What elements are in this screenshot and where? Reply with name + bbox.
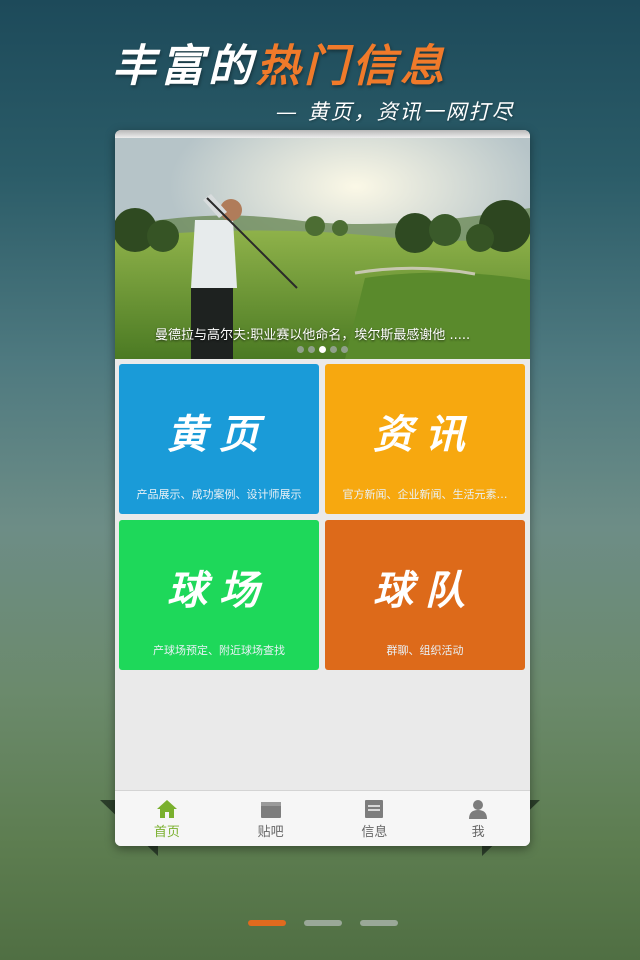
hero-title-plain: 丰富的 — [112, 41, 256, 92]
page-indicator-item[interactable] — [304, 920, 342, 926]
tile-golf-team[interactable]: 球队 群聊、组织活动 — [325, 520, 525, 670]
tab-label: 我 — [471, 825, 485, 840]
tab-forum[interactable]: 贴吧 — [219, 791, 323, 846]
person-icon — [467, 799, 489, 819]
phone-screen: 曼德拉与高尔夫:职业赛以他命名，埃尔斯最感谢他 ..... 黄页 产品展示、成功… — [115, 130, 530, 846]
tile-golf-course[interactable]: 球场 产球场预定、附近球场查找 — [119, 520, 319, 670]
banner-carousel[interactable]: 曼德拉与高尔夫:职业赛以他命名，埃尔斯最感谢他 ..... — [115, 138, 530, 359]
tile-title: 黄页 — [167, 411, 271, 458]
tab-label: 信息 — [361, 825, 388, 840]
document-icon — [363, 799, 385, 819]
tile-desc: 产球场预定、附近球场查找 — [153, 644, 285, 657]
carousel-dot[interactable] — [341, 346, 348, 353]
tab-me[interactable]: 我 — [426, 791, 530, 846]
page-indicator — [248, 920, 398, 926]
tab-messages[interactable]: 信息 — [323, 791, 427, 846]
carousel-dot[interactable] — [308, 346, 315, 353]
carousel-dot[interactable] — [297, 346, 304, 353]
carousel-dot-active[interactable] — [319, 346, 326, 353]
carousel-dot[interactable] — [330, 346, 337, 353]
page-indicator-active[interactable] — [248, 920, 286, 926]
bottom-tab-bar: 首页 贴吧 信息 我 — [115, 790, 530, 846]
tile-title: 资讯 — [373, 411, 477, 458]
tab-home[interactable]: 首页 — [115, 791, 219, 846]
hero-subtitle: — 黄页，资讯一网打尽 — [276, 100, 515, 124]
tile-yellow-pages[interactable]: 黄页 产品展示、成功案例、设计师展示 — [119, 364, 319, 514]
tile-desc: 产品展示、成功案例、设计师展示 — [136, 488, 302, 501]
tile-desc: 群聊、组织活动 — [386, 644, 464, 657]
tile-title: 球队 — [373, 567, 477, 614]
tile-title: 球场 — [167, 567, 271, 614]
home-icon — [156, 799, 178, 819]
folder-icon — [260, 799, 282, 819]
tab-label: 贴吧 — [257, 825, 284, 840]
banner-caption[interactable]: 曼德拉与高尔夫:职业赛以他命名，埃尔斯最感谢他 ..... — [155, 324, 470, 343]
hero-title: 丰富的热门信息 — [112, 30, 448, 94]
phone-top-edge — [115, 130, 530, 138]
tab-label: 首页 — [153, 825, 180, 840]
hero-title-highlight: 热门信息 — [256, 41, 448, 92]
tile-desc: 官方新闻、企业新闻、生活元素… — [342, 488, 508, 501]
page-indicator-item[interactable] — [360, 920, 398, 926]
carousel-dots — [297, 346, 348, 353]
tile-news[interactable]: 资讯 官方新闻、企业新闻、生活元素… — [325, 364, 525, 514]
